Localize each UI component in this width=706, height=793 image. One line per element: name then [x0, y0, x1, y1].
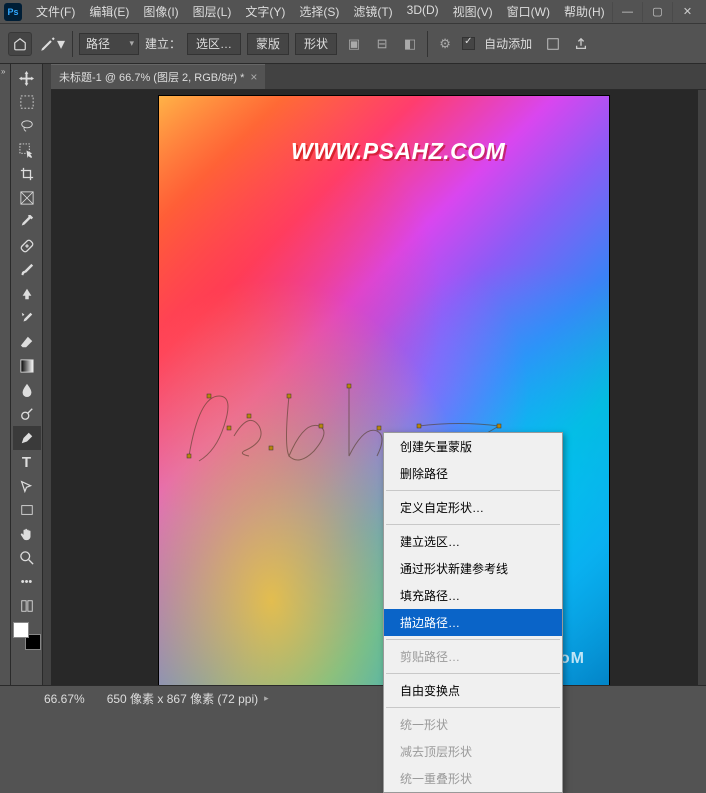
history-brush-tool[interactable] [13, 306, 41, 330]
cm-subtract-top-shape: 减去顶层形状 [384, 738, 562, 765]
menubar: 文件(F) 编辑(E) 图像(I) 图层(L) 文字(Y) 选择(S) 滤镜(T… [30, 1, 611, 22]
gutter-expand-icon[interactable]: » [1, 67, 5, 76]
lasso-tool[interactable] [13, 114, 41, 138]
canvas-watermark-text: WWW.PSAHZ.COM [291, 138, 505, 165]
path-combine-icon[interactable]: ▣ [343, 33, 365, 55]
frame-tool[interactable] [13, 186, 41, 210]
crop-tool[interactable] [13, 162, 41, 186]
tab-close-icon[interactable]: × [250, 70, 257, 84]
tab-title: 未标题-1 @ 66.7% (图层 2, RGB/8#) * [59, 69, 244, 85]
path-arrange-icon[interactable]: ◧ [399, 33, 421, 55]
app-logo: Ps [4, 3, 22, 21]
align-edges-icon[interactable] [542, 33, 564, 55]
path-context-menu: 创建矢量蒙版 删除路径 定义自定形状… 建立选区… 通过形状新建参考线 填充路径… [383, 432, 563, 793]
edit-toolbar[interactable] [13, 594, 41, 618]
close-button[interactable]: ✕ [672, 2, 702, 22]
minimize-button[interactable]: — [612, 2, 642, 22]
autoadd-label: 自动添加 [484, 35, 532, 52]
menu-edit[interactable]: 编辑(E) [83, 1, 135, 22]
window-controls: — ▢ ✕ [612, 2, 702, 22]
status-zoom[interactable]: 66.67% [44, 692, 85, 706]
menu-select[interactable]: 选择(S) [293, 1, 345, 22]
cm-separator [386, 639, 560, 640]
eraser-tool[interactable] [13, 330, 41, 354]
gear-icon[interactable]: ⚙ [434, 33, 456, 55]
cm-clipping-path: 剪贴路径… [384, 643, 562, 670]
blur-tool[interactable] [13, 378, 41, 402]
cm-unify-shape: 统一形状 [384, 711, 562, 738]
clone-stamp-tool[interactable] [13, 282, 41, 306]
marquee-tool[interactable] [13, 90, 41, 114]
main-area: » T ••• 未标题-1 @ 66.7% (图层 2, RGB/ [0, 64, 706, 685]
pen-tool-indicator-icon: ▾ [38, 33, 66, 55]
path-select-tool[interactable] [13, 474, 41, 498]
color-swatches[interactable] [13, 622, 41, 650]
status-bar: 66.67% 650 像素 x 867 像素 (72 ppi) ▸ [0, 685, 706, 711]
cm-separator [386, 707, 560, 708]
cm-create-vector-mask[interactable]: 创建矢量蒙版 [384, 433, 562, 460]
rectangle-tool[interactable] [13, 498, 41, 522]
quick-select-tool[interactable] [13, 138, 41, 162]
pen-tool[interactable] [13, 426, 41, 450]
cm-free-transform-points[interactable]: 自由变换点 [384, 677, 562, 704]
cm-delete-path[interactable]: 删除路径 [384, 460, 562, 487]
menu-filter[interactable]: 滤镜(T) [347, 1, 398, 22]
menu-image[interactable]: 图像(I) [137, 1, 184, 22]
mode-value: 路径 [86, 35, 110, 52]
cm-separator [386, 490, 560, 491]
status-flyout-icon[interactable]: ▸ [264, 693, 269, 704]
menu-view[interactable]: 视图(V) [447, 1, 499, 22]
cm-stroke-path[interactable]: 描边路径… [384, 609, 562, 636]
status-docinfo[interactable]: 650 像素 x 867 像素 (72 ppi) [107, 690, 258, 707]
cm-fill-path[interactable]: 填充路径… [384, 582, 562, 609]
foreground-color[interactable] [13, 622, 29, 638]
make-mask-button[interactable]: 蒙版 [247, 33, 289, 55]
type-tool[interactable]: T [13, 450, 41, 474]
menu-window[interactable]: 窗口(W) [501, 1, 556, 22]
menu-layer[interactable]: 图层(L) [187, 1, 238, 22]
make-selection-button[interactable]: 选区… [187, 33, 241, 55]
hand-tool[interactable] [13, 522, 41, 546]
eyedropper-tool[interactable] [13, 210, 41, 234]
move-tool[interactable] [13, 66, 41, 90]
cm-separator [386, 524, 560, 525]
menu-help[interactable]: 帮助(H) [558, 1, 611, 22]
cm-separator [386, 673, 560, 674]
make-shape-button[interactable]: 形状 [295, 33, 337, 55]
share-icon[interactable] [570, 33, 592, 55]
brush-tool[interactable] [13, 258, 41, 282]
cm-make-selection[interactable]: 建立选区… [384, 528, 562, 555]
autoadd-checkbox[interactable] [462, 37, 475, 50]
cm-define-custom-shape[interactable]: 定义自定形状… [384, 494, 562, 521]
build-label: 建立： [145, 35, 181, 52]
cm-unify-overlap-shape: 统一重叠形状 [384, 765, 562, 792]
menu-3d[interactable]: 3D(D) [401, 1, 445, 22]
document-area: 未标题-1 @ 66.7% (图层 2, RGB/8#) * × WWW.PSA… [43, 64, 706, 685]
titlebar: Ps 文件(F) 编辑(E) 图像(I) 图层(L) 文字(Y) 选择(S) 滤… [0, 0, 706, 24]
healing-tool[interactable] [13, 234, 41, 258]
gradient-tool[interactable] [13, 354, 41, 378]
path-align-icon[interactable]: ⊟ [371, 33, 393, 55]
toolbox: T ••• [11, 64, 43, 685]
canvas-viewport[interactable]: WWW.PSAHZ.COM UiBQ.CoM [51, 90, 698, 685]
left-gutter: » [0, 64, 11, 685]
home-icon[interactable] [8, 32, 32, 56]
dodge-tool[interactable] [13, 402, 41, 426]
maximize-button[interactable]: ▢ [642, 2, 672, 22]
mode-dropdown[interactable]: 路径 [79, 33, 139, 55]
options-bar: ▾ 路径 建立： 选区… 蒙版 形状 ▣ ⊟ ◧ ⚙ 自动添加 [0, 24, 706, 64]
zoom-tool[interactable] [13, 546, 41, 570]
menu-type[interactable]: 文字(Y) [239, 1, 291, 22]
toolbar-more[interactable]: ••• [13, 570, 41, 594]
cm-new-guide-from-shape[interactable]: 通过形状新建参考线 [384, 555, 562, 582]
menu-file[interactable]: 文件(F) [30, 1, 81, 22]
document-tab[interactable]: 未标题-1 @ 66.7% (图层 2, RGB/8#) * × [51, 64, 265, 89]
document-tabbar: 未标题-1 @ 66.7% (图层 2, RGB/8#) * × [51, 64, 706, 90]
